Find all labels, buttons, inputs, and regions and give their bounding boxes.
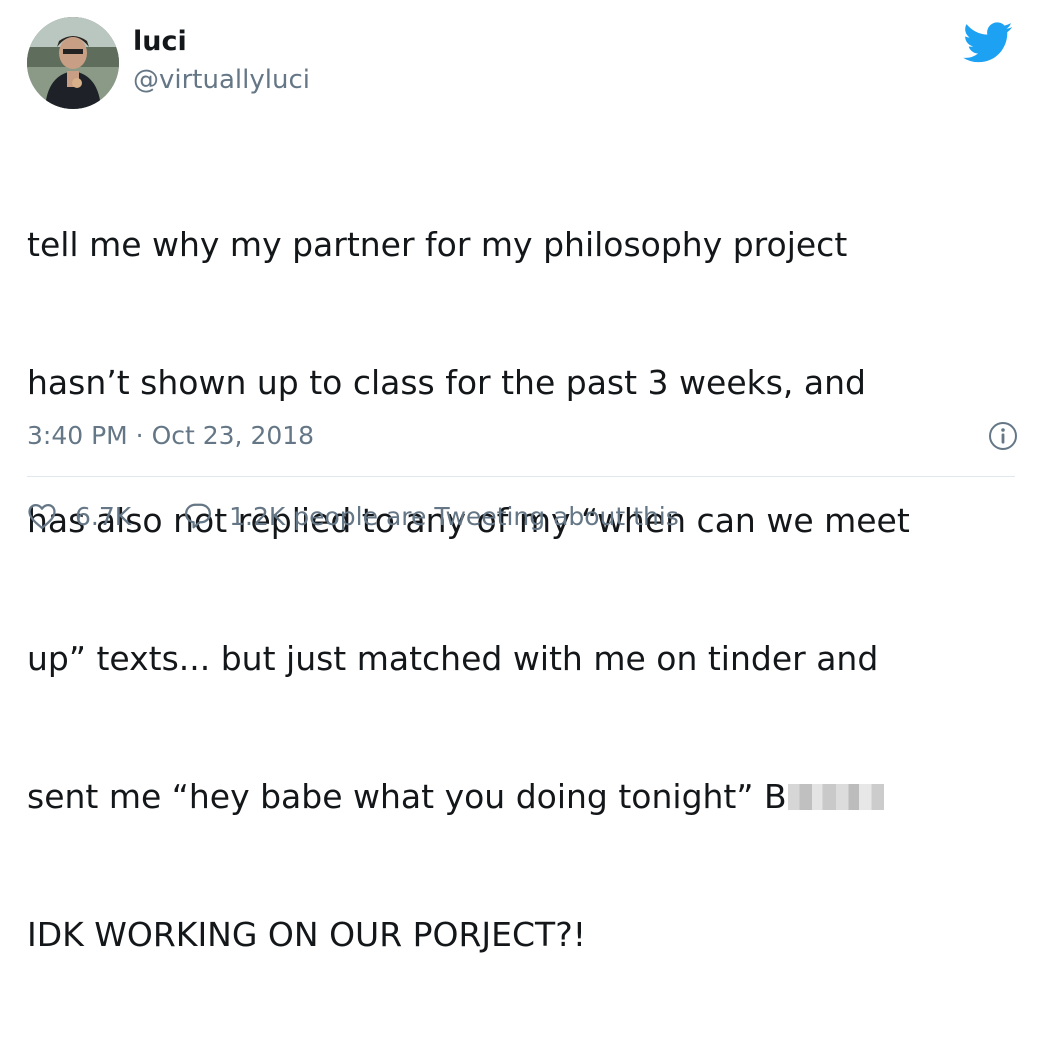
tweet-line: up” texts... but just matched with me on… xyxy=(27,639,879,678)
info-icon[interactable] xyxy=(988,421,1018,451)
heart-icon xyxy=(28,504,56,529)
tweet-line-text: sent me “hey babe what you doing tonight… xyxy=(27,777,787,816)
tweet-actions: 6.7K 1.2K people are Tweeting about this xyxy=(27,496,679,536)
like-count: 6.7K xyxy=(75,501,132,531)
tweet-line: tell me why my partner for my philosophy… xyxy=(27,225,848,264)
twitter-bird-icon[interactable] xyxy=(963,22,1013,64)
like-button[interactable]: 6.7K xyxy=(27,502,131,531)
speech-bubble-icon xyxy=(185,503,212,529)
tweet-line: hasn’t shown up to class for the past 3 … xyxy=(27,363,866,402)
tweeting-about-text: 1.2K people are Tweeting about this xyxy=(229,501,679,531)
avatar-photo xyxy=(27,17,119,109)
tweet-line: IDK WORKING ON OUR PORJECT?! xyxy=(27,915,586,954)
display-name[interactable]: luci xyxy=(133,25,187,59)
censored-word xyxy=(787,784,884,810)
tweeting-about-this-link[interactable]: 1.2K people are Tweeting about this xyxy=(183,501,679,531)
divider xyxy=(27,476,1015,477)
tweet-line: sent me “hey babe what you doing tonight… xyxy=(27,774,1017,820)
avatar[interactable] xyxy=(27,17,119,109)
tweet-text: tell me why my partner for my philosophy… xyxy=(27,130,1017,1050)
tweet-timestamp[interactable]: 3:40 PM · Oct 23, 2018 xyxy=(27,419,314,453)
user-handle[interactable]: @virtuallyluci xyxy=(133,63,310,97)
